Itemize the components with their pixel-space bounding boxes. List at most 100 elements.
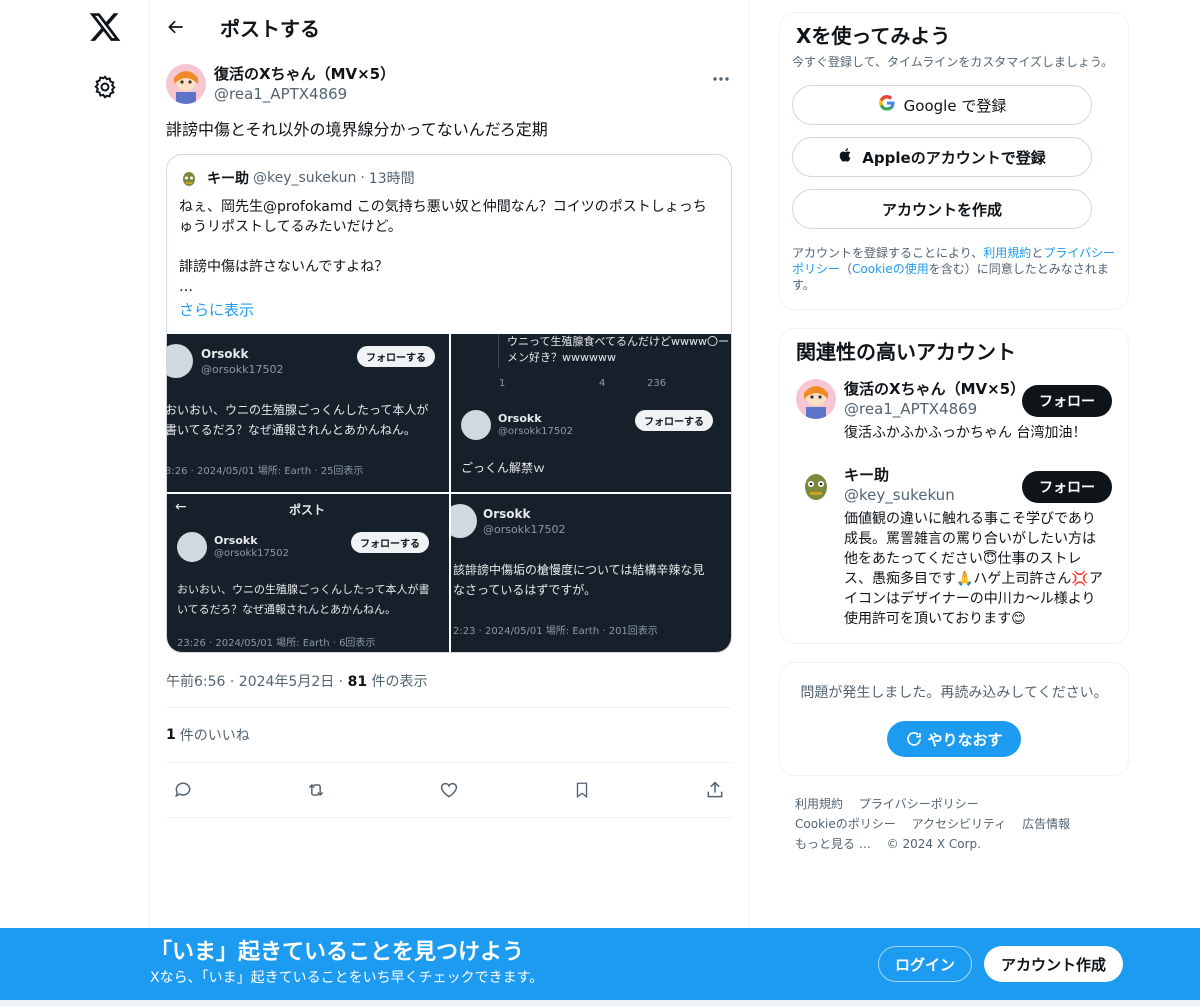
shot-meta: 23:26 · 2024/05/01 場所: Earth · 6回表示 [177, 638, 376, 649]
signup-card: Xを使ってみよう 今すぐ登録して、タイムラインをカスタマイズしましょう。 Goo… [779, 12, 1129, 310]
back-arrow-icon[interactable] [148, 0, 204, 54]
related-account[interactable]: 復活のXちゃん（MV×5） @rea1_APTX4869 復活ふかふかふっかちゃ… [796, 379, 1112, 443]
footer-links: 利用規約 プライバシーポリシー Cookieのポリシー アクセシビリティ 広告情… [779, 794, 1129, 854]
retry-button[interactable]: やりなおす [887, 721, 1021, 757]
terms-prefix: アカウントを登録することにより、 [792, 246, 984, 260]
main-column: ポストする 復活のXちゃん（MV×5） @rea1_APTX4869 誹謗中傷と… [149, 0, 749, 1006]
quote-author-name: キー助 [207, 171, 249, 187]
account-bio: 価値観の違いに触れる事こそ学びであり成長。罵詈雑言の罵り合いがしたい方は他をあた… [844, 511, 1103, 627]
footer-privacy-link[interactable]: プライバシーポリシー [859, 797, 979, 811]
quoted-post[interactable]: キー助 @key_sukekun · 13時間 ねぇ、岡先生@profokamd… [166, 154, 732, 653]
likes-label: 件のいいね [179, 728, 250, 744]
post-header: ポストする [150, 0, 748, 54]
action-bar [166, 763, 732, 817]
signup-subtitle: 今すぐ登録して、タイムラインをカスタマイズしましょう。 [792, 55, 1114, 69]
account-avatar[interactable] [796, 465, 836, 505]
terms-text: アカウントを登録することにより、利用規約とプライバシーポリシー（Cookieの使… [792, 245, 1116, 293]
create-account-button[interactable]: アカウントを作成 [792, 189, 1092, 229]
banner-subtitle: Xなら、「いま」起きていることをいち早くチェックできます。 [150, 970, 544, 986]
page-title: ポストする [220, 16, 320, 41]
shot-handle: @orsokk17502 [201, 363, 284, 376]
shot-handle: @orsokk17502 [498, 426, 573, 437]
author-handle[interactable]: @rea1_APTX4869 [214, 84, 395, 104]
more-options-icon[interactable] [710, 68, 732, 90]
shot-handle: @orsokk17502 [483, 523, 566, 536]
signup-banner: 「いま」起きていることを見つけよう Xなら、「いま」起きていることをいち早くチェ… [0, 928, 1200, 1000]
banner-title: 「いま」起きていることを見つけよう [150, 940, 525, 965]
related-account[interactable]: キー助 @key_sukekun 価値観の違いに触れる事こそ学びであり成長。罵詈… [796, 465, 1112, 629]
copyright: © 2024 X Corp. [886, 837, 981, 851]
shot-meta: 2:23 · 2024/05/01 場所: Earth · 201回表示 [453, 626, 658, 637]
repost-icon[interactable] [305, 779, 327, 801]
quote-text: ねぇ、岡先生@profokamd この気持ち悪い奴と仲間なん？コイツのポストしょ… [179, 199, 707, 295]
apple-logo-icon [838, 146, 854, 168]
terms-mid: （ [840, 262, 853, 276]
shot-text: 該誹謗中傷垢の槍慢度については結構辛辣な見 なさっているはずですが。 [453, 563, 705, 597]
separator-dot: · [360, 170, 365, 186]
post-meta: 午前6:56 · 2024年5月2日 · 81 件の表示 [166, 671, 732, 691]
likes-row[interactable]: 1 件のいいね [166, 708, 732, 762]
post-author: 復活のXちゃん（MV×5） @rea1_APTX4869 [166, 62, 732, 106]
quote-image-4[interactable]: Orsokk @orsokk17502 該誹謗中傷垢の槍慢度については結構辛辣な… [451, 494, 731, 652]
follow-button[interactable]: フォロー [1022, 385, 1112, 417]
shot-text: ごっくん解禁ｗ [461, 461, 546, 475]
bookmark-icon[interactable] [571, 779, 593, 801]
share-icon[interactable] [704, 779, 726, 801]
author-name[interactable]: 復活のXちゃん（MV×5） [214, 64, 395, 84]
shot-reply-count: 1 [499, 378, 506, 389]
views-count: 81 [347, 674, 368, 690]
footer-cookie-link[interactable]: Cookieのポリシー [795, 817, 896, 831]
x-logo-icon[interactable] [88, 10, 122, 44]
footer-ads-link[interactable]: 広告情報 [1022, 817, 1070, 831]
footer-terms-link[interactable]: 利用規約 [795, 797, 843, 811]
google-signup-button[interactable]: Google で登録 [792, 85, 1092, 125]
bottom-strip [0, 1000, 1200, 1006]
apple-signup-label: Appleのアカウントで登録 [862, 148, 1046, 167]
banner-signup-button[interactable]: アカウント作成 [984, 946, 1123, 982]
shot-follow-button: フォローする [635, 410, 713, 431]
settings-gear-icon[interactable] [92, 74, 118, 100]
account-avatar[interactable] [796, 379, 836, 419]
show-more-link[interactable]: さらに表示 [179, 299, 719, 320]
quote-image-3[interactable]: ← ポスト Orsokk @orsokk17502 フォローする おいおい、ウニ… [167, 494, 449, 652]
refresh-icon [907, 732, 922, 746]
post-timestamp[interactable]: 午前6:56 · 2024年5月2日 · [166, 674, 348, 690]
shot-view-count: 236 [647, 378, 667, 389]
author-avatar[interactable] [166, 64, 206, 104]
left-nav [0, 0, 150, 1006]
create-account-label: アカウントを作成 [881, 200, 1002, 219]
terms-link[interactable]: 利用規約 [983, 246, 1031, 260]
shot-name: Orsokk [483, 507, 531, 521]
shot-handle: @orsokk17502 [214, 548, 289, 559]
shot-follow-button: フォローする [351, 532, 429, 553]
shot-text: おいおい、ウニの生殖腺ごっくんしたって本人が 書いてるだろ？なぜ通報されんとあか… [167, 403, 429, 437]
error-card: 問題が発生しました。再読み込みしてください。 やりなおす [779, 662, 1129, 776]
shot-back-arrow-icon: ← [175, 499, 187, 515]
shot-follow-button: フォローする [357, 346, 435, 367]
shot-name: Orsokk [214, 534, 258, 547]
google-logo-icon [878, 94, 896, 116]
post-text: 誹謗中傷とそれ以外の境界線分かってないんだろ定期 [166, 120, 548, 139]
related-accounts-card: 関連性の高いアカウント 復活のXちゃん（MV×5） @rea1_APTX4869… [779, 328, 1129, 644]
quote-image-1[interactable]: Orsokk @orsokk17502 フォローする おいおい、ウニの生殖腺ごっ… [167, 334, 449, 492]
quote-image-2[interactable]: ウニって生殖腺食べてるんだけどwwww〇ー メン好き？wwwwww 1 4 23… [451, 334, 731, 492]
login-button[interactable]: ログイン [878, 946, 972, 982]
footer-more-link[interactable]: もっと見る … [795, 837, 871, 851]
cookie-link[interactable]: Cookieの使用 [852, 262, 929, 276]
shot-like-count: 4 [599, 378, 606, 389]
shot-name: Orsokk [498, 412, 542, 425]
google-signup-label: Google で登録 [903, 96, 1007, 115]
reply-icon[interactable] [172, 779, 194, 801]
shot-bar-title: ポスト [289, 503, 326, 517]
like-heart-icon[interactable] [438, 779, 460, 801]
image-grid: Orsokk @orsokk17502 フォローする おいおい、ウニの生殖腺ごっ… [167, 334, 731, 652]
post: 復活のXちゃん（MV×5） @rea1_APTX4869 誹謗中傷とそれ以外の境… [150, 62, 748, 691]
follow-button[interactable]: フォロー [1022, 471, 1112, 503]
apple-signup-button[interactable]: Appleのアカウントで登録 [792, 137, 1092, 177]
shot-text: おいおい、ウニの生殖腺ごっくんしたって本人が書 いてるだろ？なぜ通報されんとあか… [177, 583, 430, 616]
likes-count: 1 [166, 727, 176, 743]
footer-accessibility-link[interactable]: アクセシビリティ [912, 817, 1007, 831]
retry-label: やりなおす [927, 730, 1003, 749]
terms-and: と [1031, 246, 1044, 260]
quote-avatar [179, 168, 199, 188]
